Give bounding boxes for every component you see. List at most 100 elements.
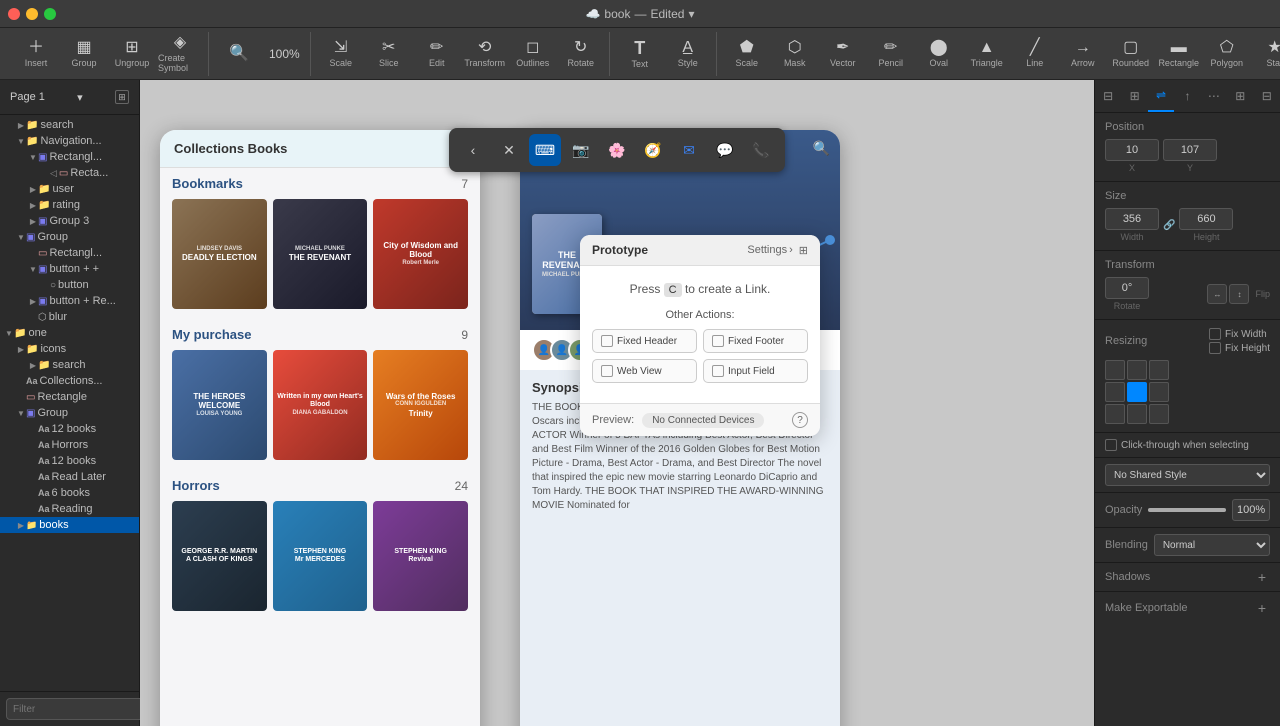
expand-icon[interactable]: ▼ [16,232,26,242]
resize-bl[interactable] [1105,404,1125,424]
rotate-button[interactable]: ↻ Rotate [559,32,603,76]
resize-tl[interactable] [1105,360,1125,380]
opacity-input[interactable] [1232,499,1270,521]
book-cover-city[interactable]: City of Wisdom and BloodRobert Merle [373,199,468,309]
layer-group[interactable]: ▼ ▣ Group [0,229,139,245]
zoom-out-button[interactable]: 🔍 [217,32,261,76]
layer-navigation[interactable]: ▼ 📁 Navigation... [0,133,139,149]
layer-reading[interactable]: ▶ Aa Reading [0,501,139,517]
oval-button[interactable]: ⬤ Oval [917,32,961,76]
style-button[interactable]: A̲ Style [666,32,710,76]
clickthrough-checkbox[interactable] [1105,439,1117,451]
layer-12books[interactable]: ▶ Aa 12 books [0,421,139,437]
flip-h-button[interactable]: ↔ [1207,284,1227,304]
photos-button[interactable]: 🌸 [601,134,633,166]
book-cover-deadly[interactable]: LINDSEY DAVISDEADLY ELECTION [172,199,267,309]
resize-mc[interactable] [1127,382,1147,402]
camera-button[interactable]: 📷 [565,134,597,166]
close-button[interactable] [8,8,20,20]
tab-share[interactable]: ↑ [1174,80,1200,112]
expand-icon[interactable]: ▼ [4,328,14,338]
resize-br[interactable] [1149,404,1169,424]
blending-select[interactable]: Normal [1154,534,1270,556]
layer-one[interactable]: ▼ 📁 one [0,325,139,341]
add-page-icon[interactable]: ⊞ [115,90,129,104]
book-cover-written[interactable]: Written in my own Heart's BloodDIANA GAB… [273,350,368,460]
filter-input[interactable] [6,698,152,720]
flatten-button[interactable]: ⬟ Scale [725,32,769,76]
layer-icons[interactable]: ▶ 📁 icons [0,341,139,357]
opacity-slider[interactable] [1148,508,1226,512]
text-button[interactable]: T Text [618,32,662,76]
resize-tr[interactable] [1149,360,1169,380]
expand-icon[interactable]: ▼ [28,264,38,274]
height-input[interactable] [1179,208,1233,230]
resize-ml[interactable] [1105,382,1125,402]
tab-prototype[interactable]: ⇌ [1148,80,1174,112]
keyboard-button[interactable]: ⌨ [529,134,561,166]
prototype-settings-button[interactable]: Settings › ⊞ [747,244,808,257]
add-shadow-button[interactable]: + [1254,569,1270,585]
layer-horrors[interactable]: ▶ Aa Horrors [0,437,139,453]
flip-v-button[interactable]: ↕ [1229,284,1249,304]
phone-button[interactable]: 📞 [745,134,777,166]
expand-icon[interactable]: ⊞ [799,244,808,257]
layer-recta[interactable]: ▶ ◁ ▭ Recta... [0,165,139,181]
input-field-checkbox[interactable] [712,365,724,377]
layer-group-main[interactable]: ▼ ▣ Group [0,405,139,421]
layer-search[interactable]: ▶ 📁 search [0,117,139,133]
expand-icon[interactable]: ▶ [16,120,26,130]
rectangle-button[interactable]: ▬ Rectangle [1157,32,1201,76]
insert-button[interactable]: ＋ Insert [14,32,58,76]
book-cover-george[interactable]: GEORGE R.R. MARTINA CLASH OF KINGS [172,501,267,611]
search-icon[interactable]: 🔍 [813,140,830,157]
add-export-button[interactable]: + [1254,600,1270,616]
tab-export[interactable]: ⊞ [1227,80,1253,112]
polygon-button[interactable]: ⬠ Polygon [1205,32,1249,76]
close-button[interactable]: ✕ [493,134,525,166]
slice-button[interactable]: ✂ Slice [367,32,411,76]
arrow-button[interactable]: → Arrow [1061,32,1105,76]
resize-tc[interactable] [1127,360,1147,380]
scale-button[interactable]: ⇲ Scale [319,32,363,76]
fix-width-option[interactable]: Fix Width [1209,328,1270,340]
expand-icon[interactable]: ▼ [16,136,26,146]
expand-icon[interactable]: ▶ [28,296,38,306]
expand-icon[interactable]: ▶ [28,200,38,210]
x-input[interactable] [1105,139,1159,161]
input-field-action[interactable]: Input Field [703,359,808,383]
resize-bc[interactable] [1127,404,1147,424]
group-button[interactable]: ▦ Group [62,32,106,76]
layer-rating[interactable]: ▶ 📁 rating [0,197,139,213]
expand-icon[interactable]: ▼ [28,152,38,162]
vector-button[interactable]: ✒ Vector [821,32,865,76]
layer-books[interactable]: ▶ 📁 books [0,517,139,533]
book-cover-mercedes[interactable]: STEPHEN KINGMr MERCEDES [273,501,368,611]
fix-height-option[interactable]: Fix Height [1209,342,1270,354]
rounded-button[interactable]: ▢ Rounded [1109,32,1153,76]
page-selector[interactable]: Page 1 ▾ ⊞ [4,86,135,108]
fix-height-checkbox[interactable] [1209,342,1221,354]
triangle-button[interactable]: ▲ Triangle [965,32,1009,76]
link-icon[interactable]: 🔗 [1163,220,1175,231]
maximize-button[interactable] [44,8,56,20]
help-button[interactable]: ? [792,412,808,428]
rotate-input[interactable] [1105,277,1149,299]
layer-collections[interactable]: ▶ Aa Collections... [0,373,139,389]
safari-button[interactable]: 🧭 [637,134,669,166]
fixed-header-checkbox[interactable] [601,335,613,347]
tab-align[interactable]: ⊞ [1121,80,1147,112]
expand-icon[interactable]: ▶ [28,216,38,226]
layer-rectangle[interactable]: ▶ ▭ Rectangle [0,389,139,405]
layer-12books2[interactable]: ▶ Aa 12 books [0,453,139,469]
expand-icon[interactable]: ▶ [16,344,26,354]
layer-button-pp[interactable]: ▼ ▣ button + + [0,261,139,277]
tab-more[interactable]: ⋯ [1201,80,1227,112]
shared-style-select[interactable]: No Shared Style [1105,464,1270,486]
book-cover-wars[interactable]: Wars of the RosesCONN IGGULDENTrinity [373,350,468,460]
minimize-button[interactable] [26,8,38,20]
mask-button[interactable]: ⬡ Mask [773,32,817,76]
star-button[interactable]: ★ Star [1253,32,1280,76]
tab-inspect[interactable]: ⊟ [1254,80,1280,112]
outlines-button[interactable]: ◻ Outlines [511,32,555,76]
